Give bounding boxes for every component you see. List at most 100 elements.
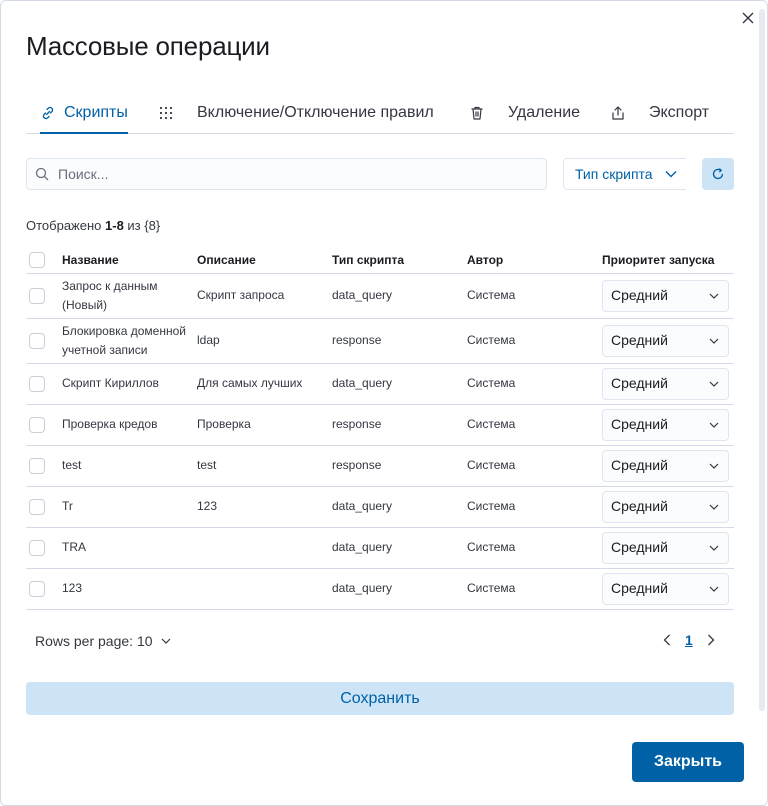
priority-select[interactable]: Средний xyxy=(602,449,729,482)
tab-export[interactable]: Экспорт xyxy=(610,93,709,133)
priority-value: Средний xyxy=(611,498,668,514)
summary-prefix: Отображено xyxy=(26,218,106,233)
row-checkbox[interactable] xyxy=(29,416,45,433)
cell-type: data_query xyxy=(332,568,467,610)
header-priority[interactable]: Приоритет запуска xyxy=(602,247,734,274)
priority-value: Средний xyxy=(611,539,668,555)
summary-range: 1-8 xyxy=(105,218,124,233)
header-description[interactable]: Описание xyxy=(197,247,332,274)
scrollbar[interactable] xyxy=(759,9,765,711)
cell-description xyxy=(197,527,332,569)
priority-select[interactable]: Средний xyxy=(602,367,729,400)
tab-label: Экспорт xyxy=(649,104,710,121)
script-type-filter-button[interactable]: Тип скрипта xyxy=(563,158,686,190)
cell-description: test xyxy=(197,445,332,487)
cell-type: response xyxy=(332,404,467,446)
table-row: TRA data_query Система Средний xyxy=(26,527,734,569)
tab-label: Включение/Отключение правил xyxy=(197,104,434,121)
header-name[interactable]: Название xyxy=(62,247,197,274)
chevron-right-icon xyxy=(707,634,715,646)
cell-description: Скрипт запроса xyxy=(197,273,332,319)
tab-label: Скрипты xyxy=(64,104,128,121)
table-row: Проверка кредов Проверка response Систем… xyxy=(26,404,734,446)
table-header-row: Название Описание Тип скрипта Автор Прио… xyxy=(26,247,734,274)
refresh-button[interactable] xyxy=(702,158,734,190)
cell-author: Система xyxy=(467,363,602,405)
select-all-checkbox[interactable] xyxy=(29,251,45,268)
priority-select[interactable]: Средний xyxy=(602,279,729,312)
cell-description: Для самых лучших xyxy=(197,363,332,405)
link-icon xyxy=(42,106,54,120)
row-checkbox[interactable] xyxy=(29,457,45,474)
priority-select[interactable]: Средний xyxy=(602,408,729,441)
cell-author: Система xyxy=(467,404,602,446)
rows-per-page-select[interactable]: Rows per page: 10 xyxy=(35,633,171,649)
priority-value: Средний xyxy=(611,375,668,391)
chevron-down-icon xyxy=(161,638,170,644)
cell-author: Система xyxy=(467,273,602,319)
row-checkbox[interactable] xyxy=(29,287,45,304)
results-summary: Отображено 1-8 из {8} xyxy=(26,218,160,233)
priority-select[interactable]: Средний xyxy=(602,572,729,605)
tab-scripts[interactable]: Скрипты xyxy=(40,93,128,134)
tab-label: Удаление xyxy=(508,104,581,121)
cell-name: TRA xyxy=(62,527,197,569)
chevron-down-icon xyxy=(709,422,719,428)
pagination: 1 xyxy=(663,632,715,648)
cell-type: response xyxy=(332,318,467,364)
cell-type: data_query xyxy=(332,486,467,528)
tab-enable-disable-rules[interactable]: Включение/Отключение правил xyxy=(159,93,434,133)
search-field[interactable] xyxy=(26,158,547,190)
cell-name: Скрипт Кириллов xyxy=(62,363,197,405)
search-input[interactable] xyxy=(58,166,528,182)
chevron-down-icon xyxy=(709,545,719,551)
tab-delete[interactable]: Удаление xyxy=(469,93,580,133)
row-checkbox[interactable] xyxy=(29,539,45,556)
header-type[interactable]: Тип скрипта xyxy=(332,247,467,274)
tab-bar: Скрипты Включение/Отключение правил Удал… xyxy=(26,93,734,134)
cell-name: 123 xyxy=(62,568,197,610)
row-checkbox[interactable] xyxy=(29,580,45,597)
refresh-icon xyxy=(712,168,724,180)
page-number[interactable]: 1 xyxy=(685,632,693,648)
cell-description xyxy=(197,568,332,610)
table-row: Запрос к данным (Новый) Скрипт запроса d… xyxy=(26,273,734,319)
cell-author: Система xyxy=(467,527,602,569)
scripts-table: Название Описание Тип скрипта Автор Прио… xyxy=(26,247,734,610)
cell-author: Система xyxy=(467,318,602,364)
priority-select[interactable]: Средний xyxy=(602,490,729,523)
modal-title: Массовые операции xyxy=(26,31,270,61)
save-button[interactable]: Сохранить xyxy=(26,682,734,715)
search-icon xyxy=(35,167,49,181)
chevron-down-icon xyxy=(709,293,719,299)
row-checkbox[interactable] xyxy=(29,375,45,392)
bulk-operations-modal: Массовые операции Скрипты Включение/Откл… xyxy=(0,0,768,806)
cell-type: data_query xyxy=(332,273,467,319)
prev-page-button[interactable] xyxy=(663,634,671,646)
cell-description: ldap xyxy=(197,318,332,364)
priority-value: Средний xyxy=(611,416,668,432)
cell-name: Tr xyxy=(62,486,197,528)
close-icon[interactable] xyxy=(739,9,757,27)
row-checkbox[interactable] xyxy=(29,332,45,349)
close-button[interactable]: Закрыть xyxy=(632,742,744,782)
cell-description: Проверка xyxy=(197,404,332,446)
chevron-down-icon xyxy=(709,338,719,344)
chevron-down-icon xyxy=(709,504,719,510)
header-author[interactable]: Автор xyxy=(467,247,602,274)
rows-per-page-label: Rows per page: 10 xyxy=(35,633,153,649)
table-row: 123 data_query Система Средний xyxy=(26,568,734,610)
cell-type: response xyxy=(332,445,467,487)
row-checkbox[interactable] xyxy=(29,498,45,515)
table-row: test test response Система Средний xyxy=(26,445,734,487)
cell-author: Система xyxy=(467,486,602,528)
next-page-button[interactable] xyxy=(707,634,715,646)
priority-value: Средний xyxy=(611,580,668,596)
grid-dots-icon xyxy=(159,106,173,120)
chevron-down-icon xyxy=(709,463,719,469)
priority-select[interactable]: Средний xyxy=(602,531,729,564)
priority-select[interactable]: Средний xyxy=(602,324,729,357)
cell-name: test xyxy=(62,445,197,487)
cell-name: Блокировка доменной учетной записи xyxy=(62,318,197,364)
cell-description: 123 xyxy=(197,486,332,528)
